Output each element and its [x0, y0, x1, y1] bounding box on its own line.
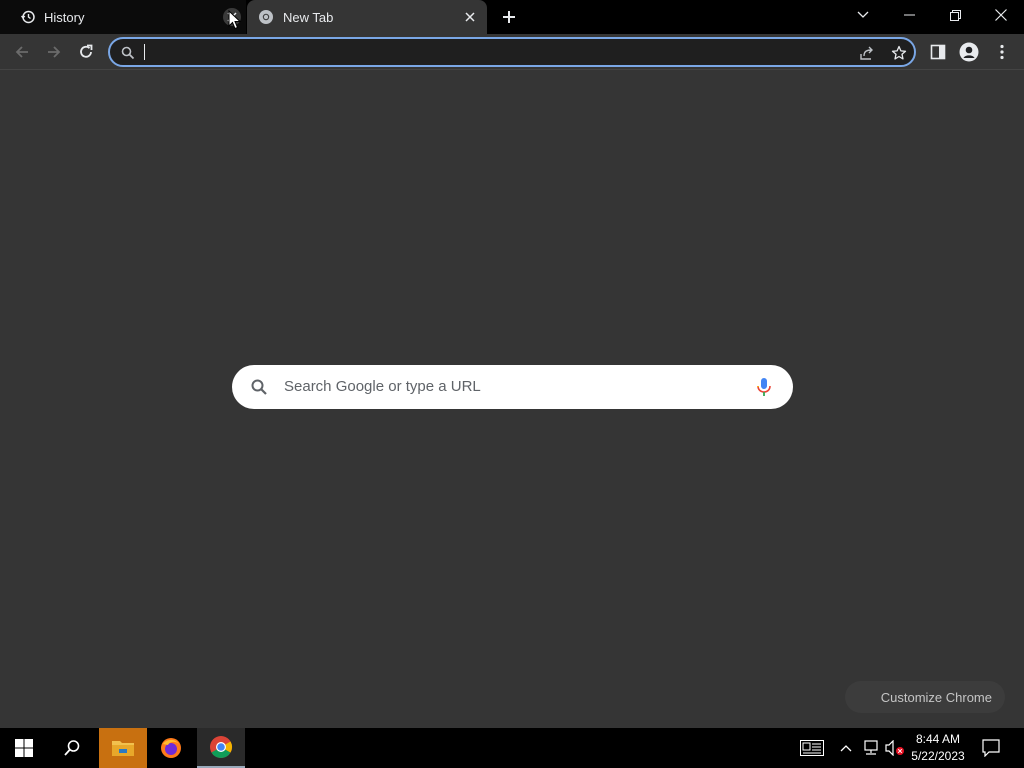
search-icon	[250, 378, 268, 396]
restore-icon	[949, 9, 961, 21]
text-caret	[144, 44, 145, 60]
forward-button[interactable]	[40, 38, 68, 66]
forward-icon	[48, 46, 61, 58]
history-icon	[20, 9, 36, 25]
chrome-icon	[210, 736, 232, 758]
tab-strip: History New Tab	[0, 0, 1024, 34]
search-icon	[120, 45, 136, 61]
clock-time: 8:44 AM	[915, 732, 961, 746]
profile-icon	[959, 42, 979, 62]
customize-chrome-label: Customize Chrome	[880, 689, 992, 705]
network-icon	[864, 740, 878, 755]
tab-history[interactable]: History	[0, 0, 246, 34]
tab-title: New Tab	[283, 10, 334, 25]
browser-toolbar	[0, 34, 1024, 70]
windows-start-icon	[15, 739, 33, 757]
reload-button[interactable]	[72, 38, 100, 66]
star-icon	[891, 45, 907, 60]
new-tab-button[interactable]	[498, 6, 520, 28]
mouse-cursor-icon	[228, 9, 242, 30]
news-widget-button[interactable]	[799, 738, 825, 758]
chevron-up-icon	[840, 745, 852, 752]
menu-icon	[1000, 44, 1004, 60]
tab-new-tab[interactable]: New Tab	[247, 0, 487, 34]
tab-close-icon[interactable]	[461, 8, 479, 26]
taskbar-file-explorer[interactable]	[99, 728, 147, 768]
address-bar[interactable]	[108, 37, 916, 67]
taskbar-chrome[interactable]	[197, 728, 245, 768]
taskbar-search-button[interactable]	[48, 728, 96, 768]
back-icon	[15, 46, 28, 58]
chevron-down-icon	[857, 11, 869, 18]
notification-icon	[982, 739, 1000, 757]
action-center-button[interactable]	[980, 738, 1002, 758]
share-icon	[860, 46, 873, 60]
reload-icon	[80, 44, 93, 58]
taskbar-clock[interactable]: 8:44 AM 5/22/2023	[906, 731, 970, 765]
share-button[interactable]	[856, 42, 878, 64]
chrome-icon	[258, 9, 274, 25]
close-window-button[interactable]	[978, 0, 1024, 30]
back-button[interactable]	[8, 38, 36, 66]
tab-title: History	[44, 10, 85, 25]
network-button[interactable]	[860, 738, 882, 758]
profile-button[interactable]	[955, 38, 983, 66]
file-explorer-icon	[112, 741, 134, 756]
search-icon	[64, 740, 80, 756]
customize-chrome-button[interactable]: Customize Chrome	[845, 681, 1005, 713]
close-icon	[995, 9, 1007, 21]
address-input[interactable]	[142, 42, 842, 62]
minimize-icon	[903, 14, 915, 16]
tab-search-button[interactable]	[840, 0, 886, 30]
restore-button[interactable]	[932, 0, 978, 30]
side-panel-button[interactable]	[924, 38, 952, 66]
microphone-icon[interactable]	[754, 376, 774, 398]
volume-muted-icon	[885, 740, 904, 756]
menu-button[interactable]	[988, 38, 1016, 66]
windows-taskbar: 8:44 AM 5/22/2023	[0, 728, 1024, 768]
side-panel-icon	[930, 44, 946, 60]
firefox-icon	[161, 738, 181, 758]
taskbar-firefox[interactable]	[147, 728, 195, 768]
new-tab-page: Search Google or type a URL Customize Ch…	[0, 71, 1024, 728]
ntp-search-box[interactable]: Search Google or type a URL	[232, 365, 793, 409]
start-button[interactable]	[0, 728, 48, 768]
volume-button[interactable]	[884, 738, 906, 758]
show-hidden-icons-button[interactable]	[835, 738, 857, 758]
plus-icon	[503, 11, 515, 23]
news-widget-icon	[800, 740, 824, 756]
minimize-button[interactable]	[886, 0, 932, 30]
ntp-search-placeholder: Search Google or type a URL	[284, 378, 481, 395]
bookmark-button[interactable]	[888, 42, 910, 64]
clock-date: 5/22/2023	[911, 749, 965, 763]
